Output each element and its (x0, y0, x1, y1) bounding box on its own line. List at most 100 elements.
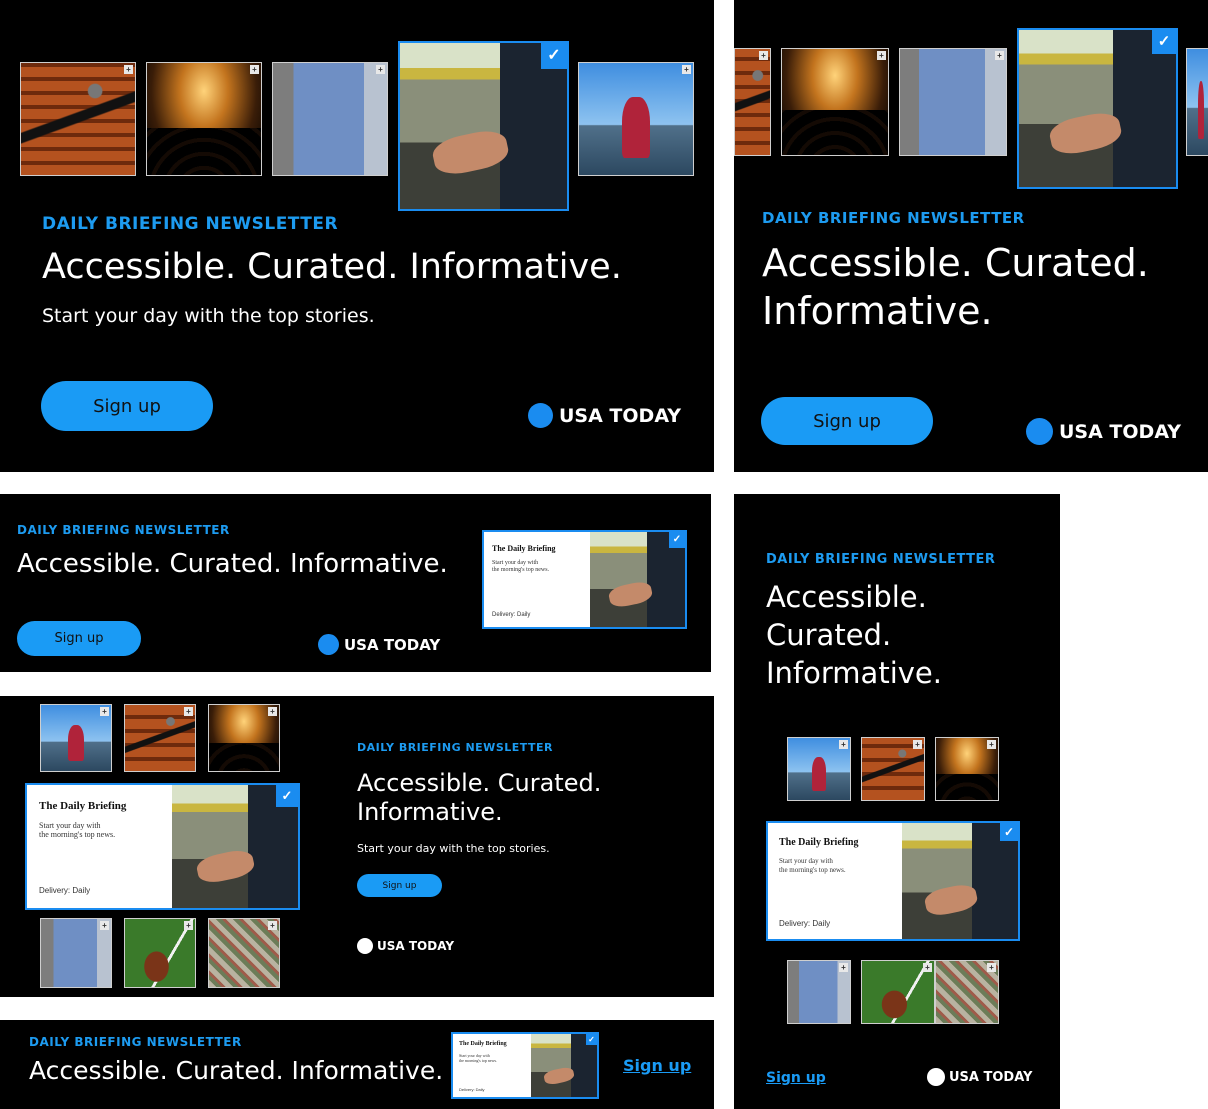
usa-today-logo: USA TODAY (528, 403, 681, 428)
signup-label: Sign up (54, 631, 104, 646)
photo-person-coffee[interactable]: + (272, 62, 388, 176)
headline-line-2: Informative. (357, 798, 503, 826)
check-icon: ✓ (669, 532, 685, 548)
photo-microphone[interactable]: + (20, 62, 136, 176)
brand-name: USA TODAY (949, 1069, 1033, 1085)
signup-label: Sign up (93, 395, 161, 417)
logo-dot-icon (357, 938, 373, 954)
photo-train-selected[interactable]: ✓ (398, 41, 569, 211)
signup-button[interactable]: Sign up (761, 397, 933, 445)
card-title: The Daily Briefing (39, 800, 127, 812)
card-body: The Daily Briefing Start your day with t… (768, 823, 902, 939)
plus-icon[interactable]: + (682, 65, 691, 74)
photo-traveler[interactable]: + (40, 704, 112, 772)
headline: Accessible. Curated. Informative. (29, 1056, 444, 1085)
photo-football[interactable]: + (124, 918, 196, 988)
card-body: The Daily Briefing Start your day with t… (453, 1034, 531, 1097)
card-body: The Daily Briefing Start your day with t… (27, 785, 172, 908)
photo-aerial-neighborhood[interactable]: + (935, 960, 999, 1024)
plus-icon[interactable]: + (376, 65, 385, 74)
photo-traveler[interactable] (1186, 48, 1208, 156)
plus-icon[interactable]: + (995, 51, 1004, 60)
usa-today-logo: USA TODAY (357, 938, 454, 954)
plus-icon[interactable]: + (268, 707, 277, 716)
card-title: The Daily Briefing (779, 837, 859, 848)
photo-traveler[interactable]: + (787, 737, 851, 801)
signup-label: Sign up (813, 410, 881, 432)
photo-concert-crowd[interactable]: + (208, 704, 280, 772)
card-body: The Daily Briefing Start your day with t… (484, 532, 590, 627)
card-subtitle-line-1: Start your day with (39, 821, 101, 830)
headline-line-1: Accessible. Curated. (357, 769, 602, 797)
signup-button[interactable]: Sign up (357, 874, 442, 897)
subhead: Start your day with the top stories. (357, 842, 550, 855)
plus-icon[interactable]: + (839, 963, 848, 972)
photo-concert-crowd[interactable]: + (781, 48, 889, 156)
check-icon: ✓ (1152, 30, 1176, 54)
usa-today-logo: USA TODAY (1026, 418, 1181, 445)
plus-icon[interactable]: + (184, 921, 193, 930)
eyebrow-label: DAILY BRIEFING NEWSLETTER (762, 209, 1025, 227)
ad-skyscraper: DAILY BRIEFING NEWSLETTER Accessible. Cu… (734, 494, 1060, 1109)
brand-name: USA TODAY (1059, 420, 1181, 443)
logo-dot-icon (318, 634, 339, 655)
ad-wide-grid: + + + The Daily Briefing Start your day … (0, 696, 714, 997)
plus-icon[interactable]: + (124, 65, 133, 74)
headline-line-3: Informative. (766, 656, 942, 690)
ad-medium: + + + ✓ DAILY BRIEFING NEWSLETTER Access… (734, 0, 1208, 472)
card-subtitle-line-2: the morning's top news. (459, 1058, 498, 1063)
photo-concert-crowd[interactable]: + (935, 737, 999, 801)
plus-icon[interactable]: + (839, 740, 848, 749)
plus-icon[interactable]: + (913, 740, 922, 749)
newsletter-preview-card[interactable]: The Daily Briefing Start your day with t… (482, 530, 687, 629)
ad-banner-large: + + + ✓ + DAILY BRIEFING NEWSLETTER Acce… (0, 0, 714, 472)
photo-train-selected[interactable]: ✓ (1017, 28, 1178, 189)
photo-microphone[interactable]: + (124, 704, 196, 772)
card-delivery: Delivery: Daily (492, 612, 531, 618)
plus-icon[interactable]: + (100, 921, 109, 930)
newsletter-preview-card[interactable]: The Daily Briefing Start your day with t… (766, 821, 1020, 941)
logo-dot-icon (528, 403, 553, 428)
headline-line-2: Curated. (766, 618, 892, 652)
check-icon: ✓ (1000, 823, 1018, 841)
ad-slim-leaderboard: DAILY BRIEFING NEWSLETTER Accessible. Cu… (0, 1020, 714, 1109)
signup-button[interactable]: Sign up (17, 621, 141, 656)
signup-label: Sign up (382, 880, 417, 891)
card-subtitle-line-1: Start your day with (779, 857, 833, 865)
card-delivery: Delivery: Daily (459, 1087, 485, 1092)
photo-football[interactable]: + (861, 960, 935, 1024)
plus-icon[interactable]: + (250, 65, 259, 74)
card-subtitle-line-1: Start your day with (492, 560, 539, 566)
eyebrow-label: DAILY BRIEFING NEWSLETTER (766, 552, 996, 567)
photo-microphone[interactable]: + (861, 737, 925, 801)
photo-traveler[interactable]: + (578, 62, 694, 176)
plus-icon[interactable]: + (759, 51, 768, 60)
photo-person-coffee[interactable]: + (899, 48, 1007, 156)
photo-person-coffee[interactable]: + (40, 918, 112, 988)
photo-microphone[interactable]: + (734, 48, 771, 156)
plus-icon[interactable]: + (877, 51, 886, 60)
plus-icon[interactable]: + (268, 921, 277, 930)
signup-link[interactable]: Sign up (623, 1056, 691, 1075)
photo-concert-crowd[interactable]: + (146, 62, 262, 176)
plus-icon[interactable]: + (184, 707, 193, 716)
photo-person-coffee[interactable]: + (787, 960, 851, 1024)
usa-today-logo: USA TODAY (318, 634, 440, 655)
plus-icon[interactable]: + (987, 963, 996, 972)
signup-link[interactable]: Sign up (766, 1070, 826, 1086)
signup-button[interactable]: Sign up (41, 381, 213, 431)
card-delivery: Delivery: Daily (39, 886, 91, 895)
card-subtitle-line-2: the morning's top news. (39, 830, 116, 839)
photo-aerial-neighborhood[interactable]: + (208, 918, 280, 988)
eyebrow-label: DAILY BRIEFING NEWSLETTER (29, 1035, 242, 1049)
headline-line-2: Informative. (762, 289, 993, 333)
brand-name: USA TODAY (344, 635, 441, 654)
headline-line-1: Accessible. (766, 580, 927, 614)
newsletter-preview-card[interactable]: The Daily Briefing Start your day with t… (25, 783, 300, 910)
newsletter-preview-card[interactable]: The Daily Briefing Start your day with t… (451, 1032, 599, 1099)
plus-icon[interactable]: + (987, 740, 996, 749)
logo-dot-icon (927, 1068, 945, 1086)
card-delivery: Delivery: Daily (779, 919, 831, 928)
plus-icon[interactable]: + (100, 707, 109, 716)
plus-icon[interactable]: + (923, 963, 932, 972)
